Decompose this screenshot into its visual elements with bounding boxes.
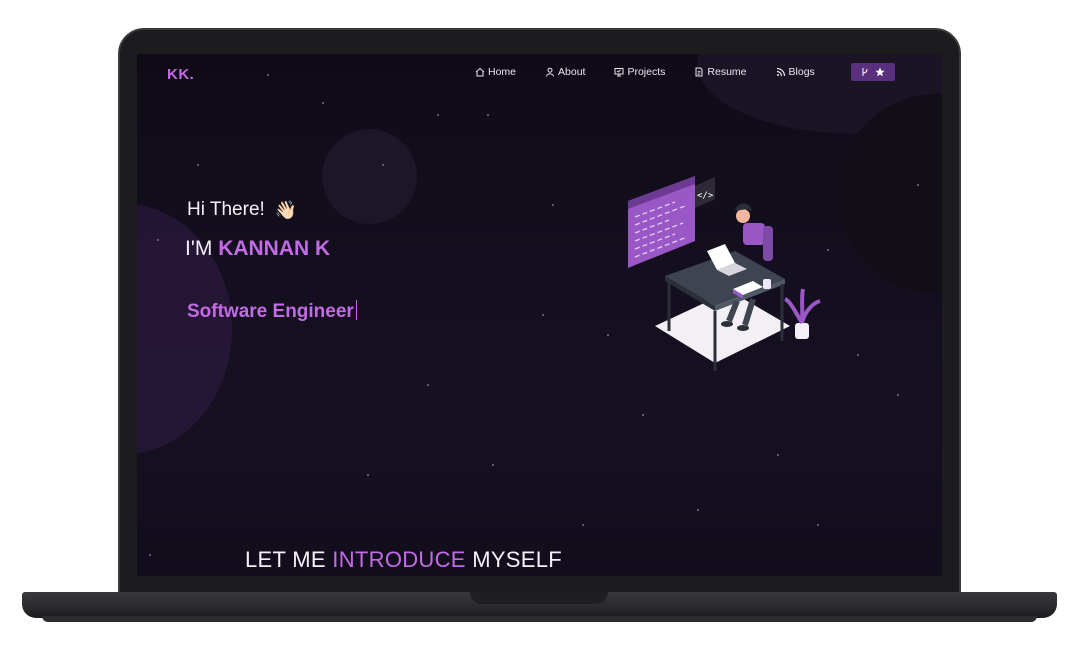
star [582, 524, 584, 526]
star [149, 554, 151, 556]
nav-label: Blogs [788, 66, 815, 78]
star [427, 384, 429, 386]
laptop-screen: KK. Home About Projects Resume Blogs Hi … [137, 54, 942, 576]
typewriter-role: Software Engineer [187, 300, 357, 323]
document-icon [695, 67, 703, 77]
star [367, 474, 369, 476]
home-icon [475, 67, 485, 77]
nav-item-blogs[interactable]: Blogs [776, 66, 815, 78]
intro-text: MYSELF [472, 547, 563, 572]
laptop-notch [470, 592, 608, 604]
star [817, 524, 819, 526]
intro-highlight: INTRODUCE [332, 547, 466, 572]
greeting: Hi There! 👋🏻 [187, 199, 297, 221]
star [642, 414, 644, 416]
nav-label: About [558, 66, 586, 78]
star [542, 314, 544, 316]
role-text: Software Engineer [187, 301, 354, 322]
typing-cursor [355, 300, 357, 320]
laptop-base-shadow [42, 616, 1037, 622]
nav-item-resume[interactable]: Resume [694, 66, 747, 78]
projects-icon [614, 68, 624, 77]
star [197, 164, 199, 166]
main-nav: Home About Projects Resume Blogs [475, 66, 844, 78]
intro-text: LET ME [245, 547, 326, 572]
greeting-text: Hi There! [187, 199, 265, 220]
github-button[interactable] [851, 63, 895, 81]
star [322, 102, 324, 104]
star [437, 114, 439, 116]
star [697, 509, 699, 511]
star [827, 249, 829, 251]
star [267, 74, 269, 76]
wave-icon: 👋🏻 [274, 199, 298, 220]
rss-icon [776, 67, 785, 77]
developer-illustration: </> [628, 176, 821, 371]
nav-label: Home [488, 66, 517, 78]
star [857, 354, 859, 356]
nav-label: Projects [627, 66, 666, 78]
decorative-blob [322, 129, 417, 224]
name-highlight: KANNAN K [218, 237, 331, 260]
site-logo[interactable]: KK. [167, 66, 194, 83]
nav-item-about[interactable]: About [545, 66, 585, 78]
nav-item-projects[interactable]: Projects [614, 66, 665, 78]
star [157, 239, 159, 241]
name-prefix: I'M [185, 237, 213, 260]
star [382, 164, 384, 166]
star [777, 454, 779, 456]
star-icon [875, 67, 885, 77]
star [917, 184, 919, 186]
star [487, 114, 489, 116]
star [897, 394, 899, 396]
star [492, 464, 494, 466]
star [552, 204, 554, 206]
nav-label: Resume [707, 66, 747, 78]
star [607, 334, 609, 336]
git-fork-icon [862, 68, 868, 76]
intro-heading: LET ME INTRODUCE MYSELF [245, 547, 562, 573]
svg-text:</>: </> [697, 191, 714, 201]
user-icon [546, 67, 555, 77]
nav-item-home[interactable]: Home [475, 66, 516, 78]
name-heading: I'M KANNAN K [185, 237, 330, 261]
